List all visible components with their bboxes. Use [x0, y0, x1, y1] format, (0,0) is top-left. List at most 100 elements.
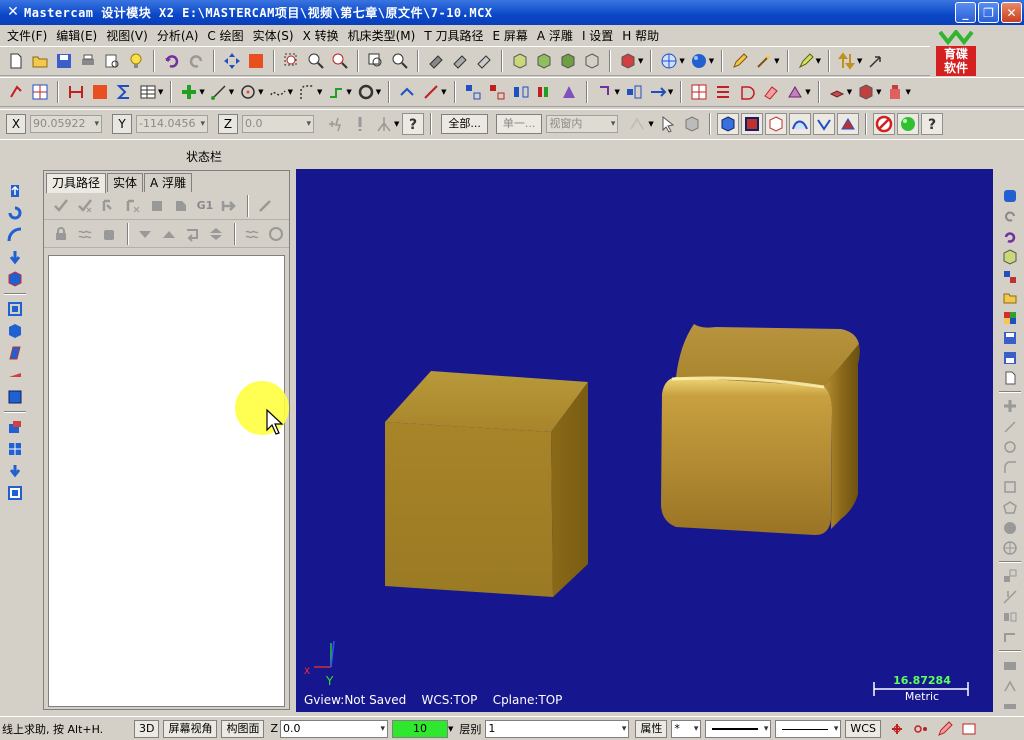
pointer-select-button[interactable]: [658, 114, 678, 134]
chevron-down-icon[interactable]: ▼: [615, 88, 620, 96]
pan-button[interactable]: [222, 51, 242, 71]
menu-view[interactable]: 视图(V): [103, 27, 154, 44]
help-ops-button[interactable]: [265, 224, 287, 244]
chevron-down-icon[interactable]: ▼: [199, 88, 204, 96]
create-spline-button[interactable]: [268, 82, 288, 102]
unzoom-button[interactable]: [390, 51, 410, 71]
create-fillet-button[interactable]: [297, 82, 317, 102]
chevron-down-icon[interactable]: ▼: [905, 88, 910, 96]
menu-toolpaths[interactable]: T 刀具路径: [421, 27, 489, 44]
minimize-button[interactable]: _: [955, 2, 976, 23]
chamfer-solid-button[interactable]: [5, 321, 25, 341]
right-tool-8[interactable]: [1000, 329, 1020, 346]
boolean-common-button[interactable]: [5, 461, 25, 481]
x-coordinate-field[interactable]: 90.05922: [30, 114, 102, 133]
chevron-down-icon[interactable]: ▼: [857, 57, 862, 65]
trim-solid-button[interactable]: [5, 365, 25, 385]
graphics-viewport[interactable]: Y X Gview:Not Saved WCS:TOP Cplane:TOP 1…: [296, 169, 993, 712]
boolean-add-button[interactable]: [5, 417, 25, 437]
surface-fillet-button[interactable]: [761, 82, 781, 102]
move-down-button[interactable]: [134, 224, 156, 244]
globe-view-button[interactable]: [659, 51, 679, 71]
select-dirty-ops-button[interactable]: [74, 196, 96, 216]
menu-create[interactable]: C 绘图: [204, 27, 249, 44]
selection-mode-dropdown[interactable]: 视窗内: [546, 114, 619, 133]
right-tool-16[interactable]: [1000, 499, 1020, 516]
chevron-down-icon[interactable]: ▼: [679, 57, 684, 65]
right-tool-15[interactable]: [1000, 479, 1020, 496]
attributes-button[interactable]: 属性: [635, 719, 668, 738]
lock-ops-button[interactable]: [50, 224, 72, 244]
right-tool-20[interactable]: [1000, 588, 1020, 605]
screen-view-button[interactable]: 屏幕视角: [163, 719, 218, 738]
render-button[interactable]: [618, 51, 638, 71]
shading-button-2[interactable]: [450, 51, 470, 71]
right-tool-7[interactable]: [1000, 309, 1020, 326]
arrows-button[interactable]: [837, 51, 857, 71]
boolean-remove-button[interactable]: [5, 439, 25, 459]
groups-button[interactable]: [887, 719, 907, 739]
new-file-button[interactable]: [6, 51, 26, 71]
save-button[interactable]: [54, 51, 74, 71]
view-side-button[interactable]: [558, 51, 578, 71]
shell-solid-button[interactable]: [5, 343, 25, 363]
solid-extrude-button[interactable]: [827, 82, 847, 102]
z-coordinate-field[interactable]: 0.0: [242, 114, 314, 133]
chevron-down-icon[interactable]: ▼: [441, 88, 446, 96]
sharp-cube-solid[interactable]: [385, 371, 588, 597]
extrude-solid-button[interactable]: [5, 181, 25, 201]
move-up-button[interactable]: [158, 224, 180, 244]
chevron-down-icon[interactable]: ▼: [229, 88, 234, 96]
viewport-canvas[interactable]: Y X: [296, 169, 993, 712]
create-arc-button[interactable]: [238, 82, 258, 102]
sigma-button[interactable]: [114, 82, 134, 102]
surface-trim-button[interactable]: [785, 82, 805, 102]
menu-machine-type[interactable]: 机床类型(M): [345, 27, 422, 44]
right-tool-17[interactable]: [1000, 519, 1020, 536]
help-button[interactable]: ?: [402, 112, 425, 135]
print-button[interactable]: [78, 51, 98, 71]
xform-2-button[interactable]: [487, 82, 507, 102]
right-tool-14[interactable]: [1000, 459, 1020, 476]
chevron-down-icon[interactable]: ▼: [448, 725, 453, 733]
create-circle-button[interactable]: [356, 82, 376, 102]
menu-screen[interactable]: E 屏幕: [490, 27, 534, 44]
toggle-post-button[interactable]: [98, 224, 120, 244]
solid-select-4-button[interactable]: [788, 112, 811, 135]
selection-help-button[interactable]: ?: [920, 112, 943, 135]
masks-button[interactable]: [911, 719, 931, 739]
print-preview-button[interactable]: [102, 51, 122, 71]
surface-list-button[interactable]: [713, 82, 733, 102]
right-tool-19[interactable]: [1000, 568, 1020, 585]
solid-boolean-button[interactable]: [856, 82, 876, 102]
menu-art[interactable]: A 浮雕: [534, 27, 579, 44]
restore-button[interactable]: ❐: [978, 2, 999, 23]
xform-1-button[interactable]: [463, 82, 483, 102]
insert-arrow-button[interactable]: [181, 224, 203, 244]
chevron-down-icon[interactable]: ▼: [288, 88, 293, 96]
fast-point-button[interactable]: [326, 114, 346, 134]
surface-grid-button[interactable]: [689, 82, 709, 102]
undo-button[interactable]: [162, 51, 182, 71]
sweep-solid-button[interactable]: [5, 225, 25, 245]
y-coordinate-field[interactable]: -114.0456: [136, 114, 208, 133]
create-point-button[interactable]: [179, 82, 199, 102]
edit-attr-button[interactable]: [935, 719, 955, 739]
chevron-down-icon[interactable]: ▼: [394, 120, 399, 128]
chevron-down-icon[interactable]: ▼: [158, 88, 163, 96]
chevron-down-icon[interactable]: ▼: [774, 57, 779, 65]
right-tool-13[interactable]: [1000, 438, 1020, 455]
fillet-solid-button[interactable]: [5, 299, 25, 319]
x-axis-button[interactable]: X: [6, 113, 26, 134]
menu-xform[interactable]: X 转换: [300, 27, 345, 44]
right-tool-18[interactable]: [1000, 539, 1020, 556]
right-tool-23[interactable]: [1000, 657, 1020, 674]
wand-ops-button[interactable]: [254, 196, 276, 216]
chevron-down-icon[interactable]: ▼: [805, 88, 810, 96]
highlight-button[interactable]: [796, 51, 816, 71]
select-all-button[interactable]: 全部...: [441, 113, 488, 134]
tab-art[interactable]: A 浮雕: [144, 173, 193, 192]
right-tool-24[interactable]: [1000, 677, 1020, 694]
regenerate-dirty-button[interactable]: [122, 196, 144, 216]
tab-solids[interactable]: 实体: [107, 173, 144, 192]
